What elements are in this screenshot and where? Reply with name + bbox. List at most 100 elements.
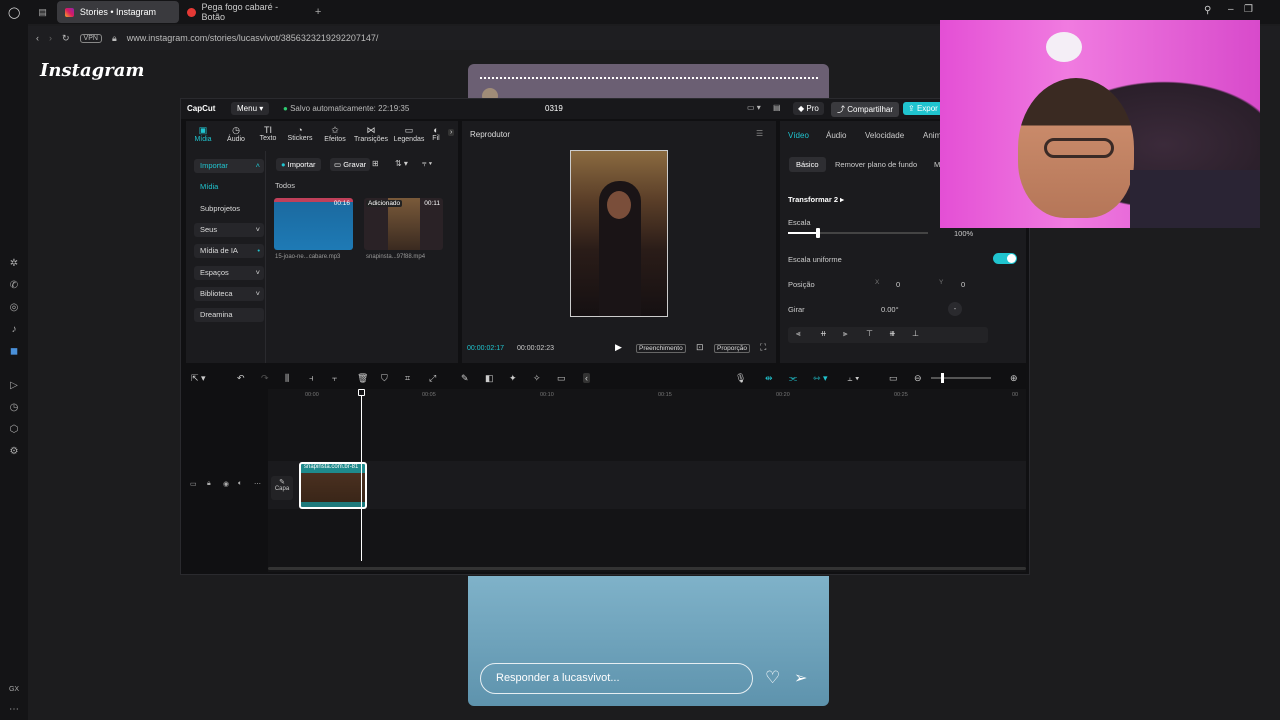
fill-button[interactable]: Preenchimento — [636, 344, 686, 353]
rotate-input[interactable]: 0.00° — [881, 305, 899, 314]
maximize-icon[interactable]: ❐ — [1244, 4, 1253, 15]
mirror-icon[interactable]: ◧ — [485, 373, 494, 384]
opera-logo-icon[interactable]: ◯ — [8, 6, 20, 19]
align-center-icon[interactable]: ⧺ — [820, 329, 827, 338]
project-name[interactable]: 0319 — [545, 104, 563, 113]
undo-icon[interactable]: ↶ — [237, 373, 245, 384]
media-item-audio[interactable]: 00:16 — [274, 198, 353, 250]
pos-y-input[interactable]: 0 — [961, 280, 965, 289]
link-main-track-icon[interactable]: ⇹ — [765, 373, 773, 384]
align-left-icon[interactable]: ⫷ — [796, 329, 801, 339]
scale-value[interactable]: 100% — [954, 229, 973, 238]
select-tool-icon[interactable]: ⇱ ▾ — [191, 373, 206, 384]
instagram-logo[interactable]: Instagram — [40, 60, 144, 81]
instagram-icon[interactable]: ◎ — [8, 302, 20, 314]
settings-icon[interactable]: ⚙ — [8, 446, 20, 458]
tab-stories[interactable]: Stories • Instagram — [56, 1, 179, 23]
zoom-slider[interactable] — [931, 373, 991, 383]
crop-icon[interactable]: ⌗ — [405, 373, 410, 384]
pro-button[interactable]: ◆ Pro — [793, 102, 824, 115]
snapshot-icon[interactable]: ⊡ — [696, 342, 704, 353]
sidebar-item-spaces[interactable]: Espaços ˅ — [194, 266, 264, 280]
vpn-badge[interactable]: VPN — [79, 33, 102, 43]
url-field[interactable]: www.instagram.com/stories/lucasvivot/385… — [127, 33, 379, 43]
fullscreen-icon[interactable]: ⛶ — [760, 342, 766, 353]
playhead[interactable] — [358, 389, 365, 561]
reply-input[interactable]: Responder a lucasvivot... — [480, 663, 753, 694]
auto-reframe-icon[interactable]: ⤢ — [429, 373, 436, 384]
magic-icon[interactable]: ✧ — [533, 373, 541, 384]
gx-icon[interactable]: GX — [8, 684, 20, 696]
sidebar-item-media[interactable]: Mídia — [194, 180, 264, 194]
split-left-icon[interactable]: ⫞ — [309, 373, 314, 384]
tool-transitions[interactable]: ⋈ Transições — [354, 125, 388, 143]
scale-slider[interactable] — [788, 228, 928, 238]
heart-icon[interactable]: ♡ — [765, 668, 780, 688]
magnet-icon[interactable]: ⫘ — [789, 373, 797, 384]
send-icon[interactable]: ➢ — [794, 668, 807, 688]
align-bottom-icon[interactable]: ⊥ — [912, 329, 919, 338]
tab-animation[interactable]: Anim — [923, 131, 941, 140]
tab-video[interactable]: Vídeo — [788, 131, 809, 140]
linkage-icon[interactable]: ⇿ ▾ — [813, 373, 828, 384]
sidebar-item-yours[interactable]: Seus ˅ — [194, 223, 264, 237]
workspace-icon[interactable]: ▤ — [38, 7, 47, 18]
edit-icon[interactable]: ✎ — [461, 373, 469, 384]
tool-stickers[interactable]: ◔ Stickers — [286, 125, 314, 142]
ai-icon[interactable]: ✲ — [8, 258, 20, 270]
align-right-icon[interactable]: ⫸ — [843, 329, 848, 339]
timeline-scrollbar[interactable] — [268, 567, 1026, 570]
remove-bg-icon[interactable]: ✦ — [509, 373, 517, 384]
subtab-remove-bg[interactable]: Remover plano de fundo — [835, 160, 917, 169]
search-icon[interactable]: ⚲ — [1204, 5, 1211, 16]
tool-captions[interactable]: ▭ Legendas — [393, 125, 425, 143]
sidebar-item-ai-media[interactable]: Mídia de IA • — [194, 244, 264, 258]
playhead-handle[interactable] — [358, 389, 365, 396]
track-hide-icon[interactable]: ▭ — [190, 480, 197, 488]
record-button[interactable]: ▭ Gravar — [330, 158, 371, 171]
sidebar-item-subprojects[interactable]: Subprojetos — [194, 202, 264, 216]
redo-icon[interactable]: ↷ — [261, 373, 269, 384]
back-icon[interactable]: ‹ — [36, 33, 39, 43]
filter-icon[interactable]: ⫧ ▾ — [422, 159, 432, 169]
delete-icon[interactable]: 🗑︎ — [357, 373, 368, 384]
tool-effects[interactable]: ✩ Efeitos — [322, 125, 348, 143]
vk-icon[interactable]: ◼ — [8, 346, 20, 358]
collapse-icon[interactable]: ‹ — [583, 373, 590, 383]
menu-button[interactable]: Menu ▾ — [231, 102, 270, 115]
new-tab-button[interactable]: + — [315, 6, 321, 18]
subtab-basic[interactable]: Básico — [789, 157, 826, 172]
cover-button[interactable]: ✎ Capa — [271, 476, 293, 500]
tool-media[interactable]: ▣ Mídia — [192, 125, 214, 143]
layout-icon[interactable]: ▭ ▾ — [747, 103, 761, 112]
align-middle-icon[interactable]: ⧻ — [889, 329, 896, 338]
grid-view-icon[interactable]: ⊞ — [372, 159, 379, 168]
sidebar-item-dreamina[interactable]: Dreamina — [194, 308, 264, 322]
tab-speed[interactable]: Velocidade — [865, 131, 904, 140]
pos-x-input[interactable]: 0 — [896, 280, 900, 289]
history-icon[interactable]: ◷ — [8, 402, 20, 414]
transform-section-title[interactable]: Transformar 2 ▸ — [788, 195, 844, 204]
zoom-slider-handle[interactable] — [941, 373, 944, 383]
more-icon[interactable]: ⋯ — [8, 704, 20, 716]
zoom-out-icon[interactable]: ⊖ — [914, 373, 922, 384]
forward-icon[interactable]: › — [49, 33, 52, 43]
tab-pega-fogo[interactable]: Pega fogo cabaré - Botão — [179, 1, 309, 23]
marker-icon[interactable]: ⛉ — [381, 373, 388, 384]
split-right-icon[interactable]: ⫟ — [332, 373, 337, 384]
sort-icon[interactable]: ⇅ ▾ — [395, 159, 408, 168]
scale-slider-handle[interactable] — [816, 228, 820, 238]
captions-tool-icon[interactable]: ▭ — [557, 373, 566, 384]
track-mute-icon[interactable]: 🔈︎ — [238, 480, 242, 488]
import-button[interactable]: ● Importar — [276, 158, 321, 171]
rotate-dial[interactable]: - — [948, 302, 962, 316]
extensions-icon[interactable]: ⬡ — [8, 424, 20, 436]
tab-audio[interactable]: Áudio — [826, 131, 846, 140]
preview-axis-icon[interactable]: ⫠ ▾ — [847, 373, 859, 384]
share-button[interactable]: ⤴ Compartilhar — [831, 102, 900, 117]
tool-filters[interactable]: ◐ Fil — [430, 125, 442, 142]
tool-audio[interactable]: ◷ Áudio — [224, 125, 248, 143]
video-preview[interactable] — [570, 150, 668, 317]
video-clip[interactable]: snapinsta.com.br-81 — [299, 462, 367, 509]
media-item-video[interactable]: Adicionado 00:11 — [364, 198, 443, 250]
